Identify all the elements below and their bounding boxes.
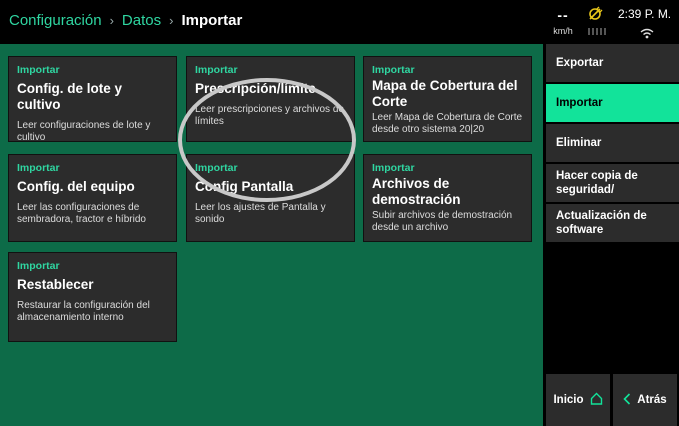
tile-title: Config. del equipo — [17, 179, 135, 194]
signal-bars — [588, 28, 606, 35]
breadcrumb: Configuración › Datos › Importar — [9, 12, 242, 29]
tile-description: Leer configuraciones de lote y cultivo — [17, 120, 151, 143]
tile-coverage-map[interactable]: Importar Mapa de Cobertura del Corte Lee… — [363, 56, 532, 142]
sidebar-item-exportar[interactable]: Exportar — [546, 44, 679, 82]
breadcrumb-separator: › — [169, 13, 174, 28]
speed-readout: -- km/h — [548, 8, 578, 36]
tile-title: Config Pantalla — [195, 179, 294, 194]
speed-unit: km/h — [553, 26, 573, 36]
tile-category: Importar — [17, 64, 60, 76]
tile-restore[interactable]: Importar Restablecer Restaurar la config… — [8, 252, 177, 342]
home-icon — [590, 392, 603, 408]
tile-title: Prescripción/límite — [195, 81, 316, 96]
tile-category: Importar — [195, 162, 238, 174]
tile-title: Archivos de demostración — [372, 176, 461, 207]
tile-title: Restablecer — [17, 277, 94, 292]
home-button[interactable]: Inicio — [546, 374, 610, 426]
tile-equipment-config[interactable]: Importar Config. del equipo Leer las con… — [8, 154, 177, 242]
tile-description: Leer las configuraciones de sembradora, … — [17, 202, 146, 225]
wifi-icon — [640, 26, 654, 44]
tile-demo-files[interactable]: Importar Archivos de demostración Subir … — [363, 154, 532, 242]
sidebar-item-backup[interactable]: Hacer copia de seguridad/ — [546, 164, 679, 202]
breadcrumb-configuracion[interactable]: Configuración — [9, 12, 102, 29]
sidebar-item-importar[interactable]: Importar — [546, 84, 679, 122]
tile-description: Leer Mapa de Cobertura de Corte desde ot… — [372, 112, 523, 135]
tile-display-config[interactable]: Importar Config Pantalla Leer los ajuste… — [186, 154, 355, 242]
tile-field-crop-config[interactable]: Importar Config. de lote y cultivo Leer … — [8, 56, 177, 143]
sidebar: Exportar Importar Eliminar Hacer copia d… — [543, 44, 679, 426]
tile-description: Restaurar la configuración del almacenam… — [17, 300, 150, 323]
back-label: Atrás — [637, 394, 667, 406]
breadcrumb-current: Importar — [181, 12, 243, 29]
tile-category: Importar — [372, 64, 415, 76]
tile-title: Config. de lote y cultivo — [17, 81, 123, 112]
tile-prescription-boundary[interactable]: Importar Prescripción/límite Leer prescr… — [186, 56, 355, 142]
tile-category: Importar — [17, 260, 60, 272]
sidebar-item-software-update[interactable]: Actualización de software — [546, 204, 679, 242]
tile-title: Mapa de Cobertura del Corte — [372, 78, 518, 109]
tile-description: Subir archivos de demostración desde un … — [372, 210, 513, 233]
chevron-left-icon — [623, 392, 631, 408]
tile-description: Leer prescripciones y archivos de límite… — [195, 104, 344, 127]
tile-category: Importar — [17, 162, 60, 174]
breadcrumb-separator: › — [109, 13, 114, 28]
tile-category: Importar — [195, 64, 238, 76]
back-button[interactable]: Atrás — [613, 374, 677, 426]
clock: 2:39 P. M. — [618, 7, 672, 21]
speed-value: -- — [557, 7, 569, 23]
tile-description: Leer los ajustes de Pantalla y sonido — [195, 202, 326, 225]
top-bar: Configuración › Datos › Importar -- km/h… — [0, 0, 679, 44]
tile-category: Importar — [372, 162, 415, 174]
main-panel: Importar Config. de lote y cultivo Leer … — [0, 44, 543, 426]
gps-icon — [587, 6, 613, 27]
breadcrumb-datos[interactable]: Datos — [122, 12, 161, 29]
home-label: Inicio — [553, 394, 584, 406]
status-area: -- km/h 2:39 P. M. — [539, 6, 679, 44]
sidebar-item-eliminar[interactable]: Eliminar — [546, 124, 679, 162]
